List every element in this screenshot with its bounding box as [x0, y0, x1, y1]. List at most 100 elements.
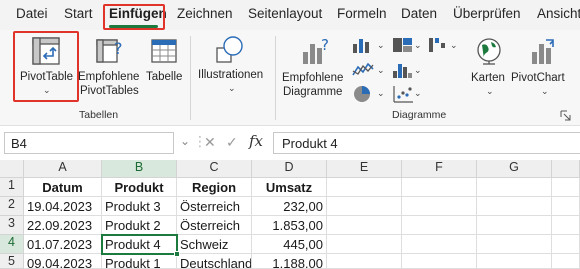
cell-a2[interactable]: 19.04.2023: [24, 197, 102, 216]
cell-b4-active[interactable]: Produkt 4: [101, 234, 178, 255]
cell-f3[interactable]: [402, 216, 477, 235]
table-icon: [151, 39, 177, 63]
row-header-1[interactable]: 1: [0, 178, 24, 197]
cell-a4[interactable]: 01.07.2023: [24, 235, 102, 254]
fill-handle[interactable]: [174, 251, 180, 257]
cell-f2[interactable]: [402, 197, 477, 216]
highlight-box-pivottable: [13, 31, 79, 102]
pie-chart-icon: [354, 86, 370, 102]
cell-c4[interactable]: Schweiz: [177, 235, 252, 254]
cell-e3[interactable]: [327, 216, 402, 235]
cell-e1[interactable]: [327, 178, 402, 197]
cell-d3[interactable]: 1.853,00: [252, 216, 327, 235]
table-label: Tabelle: [146, 71, 183, 83]
row-header-5[interactable]: 5: [0, 254, 24, 269]
diagramme-group-label: Diagramme: [392, 109, 447, 121]
illustrations-label: Illustrationen: [198, 69, 264, 81]
cell-h2[interactable]: [552, 197, 580, 216]
column-header-a[interactable]: A: [24, 160, 102, 178]
row-header-3[interactable]: 3: [0, 216, 24, 235]
cell-c1[interactable]: Region: [177, 178, 252, 197]
recommended-pivottables-label-line1: Empfohlene: [78, 71, 140, 83]
name-box-chevron-icon[interactable]: ⌄: [180, 134, 190, 148]
ribbon: PivotTable ⌄ ? Empfohlene PivotTables Ta…: [0, 30, 580, 126]
spreadsheet-grid: A B C D E F G 1 2 3 4 5 Datum Produkt Re…: [0, 160, 580, 269]
row-header-2[interactable]: 2: [0, 197, 24, 216]
chevron-down-icon: ⌄: [377, 40, 385, 50]
chevron-down-icon: ⌄: [450, 40, 458, 50]
name-box[interactable]: B4: [4, 132, 174, 154]
cell-a3[interactable]: 22.09.2023: [24, 216, 102, 235]
tab-datei[interactable]: Datei: [16, 6, 48, 26]
chevron-down-icon: ⌄: [377, 88, 385, 98]
cell-d2[interactable]: 232,00: [252, 197, 327, 216]
cell-h3[interactable]: [552, 216, 580, 235]
recommended-pivottables-icon: ?: [96, 39, 123, 63]
tab-seitenlayout[interactable]: Seitenlayout: [248, 6, 322, 26]
formula-bar: B4 ⌄ ⋮ ✕ ✓ fx Produkt 4: [0, 129, 580, 157]
cell-h5[interactable]: [552, 254, 580, 269]
tab-zeichnen[interactable]: Zeichnen: [177, 6, 233, 26]
chevron-down-icon: ⌄: [486, 86, 494, 96]
cell-h4[interactable]: [552, 235, 580, 254]
cell-g3[interactable]: [477, 216, 552, 235]
column-header-overflow[interactable]: [552, 160, 580, 178]
formula-input[interactable]: Produkt 4: [273, 132, 580, 154]
cell-g1[interactable]: [477, 178, 552, 197]
cell-d4[interactable]: 445,00: [252, 235, 327, 254]
cell-e2[interactable]: [327, 197, 402, 216]
cell-e5[interactable]: [327, 254, 402, 269]
column-header-f[interactable]: F: [402, 160, 477, 178]
illustrations-icon: [216, 36, 243, 63]
column-header-b[interactable]: B: [102, 160, 177, 178]
cell-c3[interactable]: Österreich: [177, 216, 252, 235]
cell-d1[interactable]: Umsatz: [252, 178, 327, 197]
scatter-chart-icon: [393, 86, 413, 103]
tab-start[interactable]: Start: [64, 6, 93, 26]
tabellen-group-label: Tabellen: [79, 109, 119, 121]
cell-g2[interactable]: [477, 197, 552, 216]
cell-c2[interactable]: Österreich: [177, 197, 252, 216]
cell-b3[interactable]: Produkt 2: [102, 216, 177, 235]
cell-a1[interactable]: Datum: [24, 178, 102, 197]
cell-d5[interactable]: 1.188,00: [252, 254, 327, 269]
tab-ueberpruefen[interactable]: Überprüfen: [453, 6, 521, 26]
cell-f5[interactable]: [402, 254, 477, 269]
column-chart-icon: [353, 39, 369, 53]
cell-b1[interactable]: Produkt: [102, 178, 177, 197]
row-header-4[interactable]: 4: [0, 235, 24, 254]
tab-formeln[interactable]: Formeln: [337, 6, 387, 26]
cell-g4[interactable]: [477, 235, 552, 254]
insert-function-icon[interactable]: fx: [249, 132, 263, 150]
dialog-launcher-icon[interactable]: [560, 110, 572, 122]
pivotchart-icon: [532, 39, 554, 64]
svg-text:?: ?: [114, 39, 123, 58]
chevron-down-icon: ⌄: [541, 86, 549, 96]
cell-e4[interactable]: [327, 235, 402, 254]
chevron-down-icon: ⌄: [414, 88, 422, 98]
cell-g5[interactable]: [477, 254, 552, 269]
cancel-icon[interactable]: ✕: [204, 134, 216, 151]
column-header-c[interactable]: C: [177, 160, 252, 178]
select-all-corner[interactable]: [0, 160, 24, 178]
globe-icon: [477, 38, 501, 65]
column-header-e[interactable]: E: [327, 160, 402, 178]
cell-h1[interactable]: [552, 178, 580, 197]
chevron-down-icon: ⌄: [228, 83, 236, 93]
statistic-chart-icon: [393, 64, 412, 78]
cell-b2[interactable]: Produkt 3: [102, 197, 177, 216]
hierarchy-chart-icon: [393, 38, 412, 52]
column-header-g[interactable]: G: [477, 160, 552, 178]
cell-f4[interactable]: [402, 235, 477, 254]
chevron-down-icon: ⌄: [414, 40, 422, 50]
cell-a5[interactable]: 09.04.2023: [24, 254, 102, 269]
menu-bar: Datei Start Einfügen Zeichnen Seitenlayo…: [0, 0, 580, 30]
tab-ansicht[interactable]: Ansicht: [537, 6, 580, 26]
column-header-d[interactable]: D: [252, 160, 327, 178]
tab-daten[interactable]: Daten: [401, 6, 437, 26]
cell-c5[interactable]: Deutschland: [177, 254, 252, 269]
cell-f1[interactable]: [402, 178, 477, 197]
recommended-charts-label-line1: Empfohlene: [282, 72, 344, 84]
confirm-icon[interactable]: ✓: [226, 134, 238, 151]
cell-b5[interactable]: Produkt 1: [102, 254, 177, 269]
